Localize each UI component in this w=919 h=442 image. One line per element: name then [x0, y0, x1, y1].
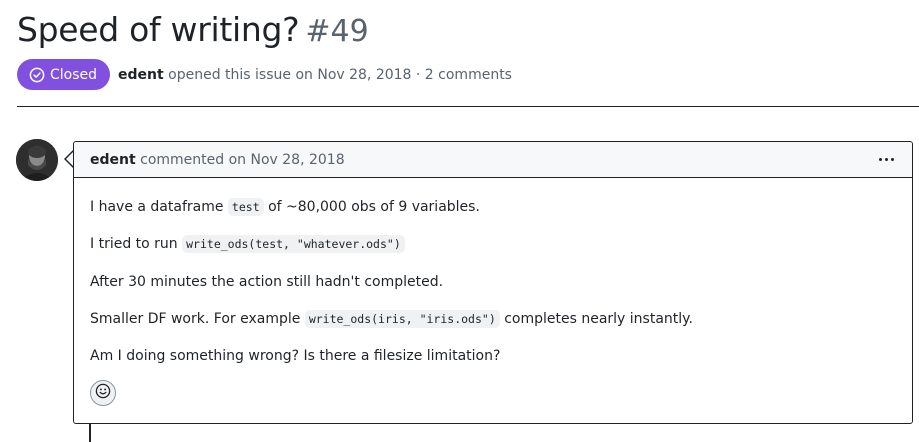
header-divider [17, 106, 919, 107]
inline-code: write_ods(iris, "iris.ods") [304, 309, 500, 328]
inline-code: test [227, 198, 264, 216]
issue-meta-text: edent opened this issue on Nov 28, 2018 … [118, 67, 512, 83]
comment-timestamp[interactable]: commented on Nov 28, 2018 [140, 152, 344, 168]
status-badge: Closed [17, 59, 111, 90]
comment-box: edent commented on Nov 28, 2018 I have a… [73, 141, 913, 424]
comment-paragraph: I have a dataframe test of ~80,000 obs o… [90, 198, 480, 216]
kebab-horizontal-icon[interactable] [877, 154, 896, 165]
issue-number: #49 [305, 14, 369, 49]
comment-paragraph: After 30 minutes the action still hadn't… [90, 273, 444, 290]
issue-opened-text: opened this issue on Nov 28, 2018 · 2 co… [168, 66, 512, 83]
timeline-line [89, 423, 91, 442]
check-circle-icon [29, 67, 45, 83]
avatar[interactable] [16, 139, 58, 181]
comment-header: edent commented on Nov 28, 2018 [74, 142, 912, 178]
add-reaction-button[interactable] [90, 380, 116, 406]
issue-title: Speed of writing? [17, 10, 300, 49]
comment-author-link[interactable]: edent [90, 152, 136, 168]
comment-paragraph: I tried to run write_ods(test, "whatever… [90, 233, 896, 270]
inline-code: write_ods(test, "whatever.ods") [182, 235, 405, 254]
comment-body: I have a dataframe test of ~80,000 obs o… [74, 178, 912, 382]
status-label: Closed [50, 66, 98, 83]
comment-paragraph: Smaller DF work. For example write_ods(i… [90, 309, 693, 328]
comment-paragraph: Am I doing something wrong? Is there a f… [90, 348, 501, 365]
issue-meta: Closed edent opened this issue on Nov 28… [17, 59, 512, 90]
issue-title-row: Speed of writing? #49 [17, 10, 369, 49]
issue-author-link[interactable]: edent [118, 67, 164, 83]
smiley-icon [95, 383, 111, 403]
